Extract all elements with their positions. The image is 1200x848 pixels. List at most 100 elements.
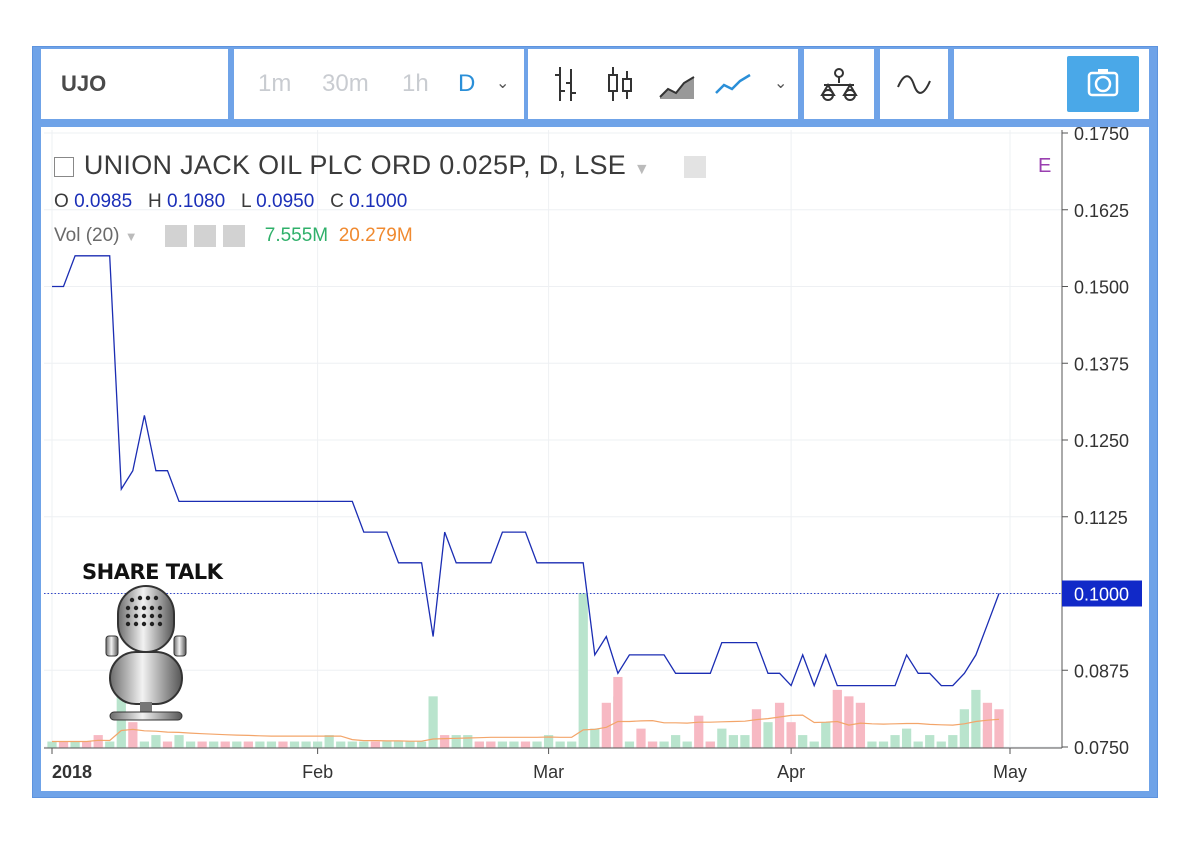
volume-bar-down <box>994 709 1004 748</box>
volume-bar-up <box>451 735 461 748</box>
volume-bar-up <box>925 735 935 748</box>
volume-value: 7.555M <box>264 225 329 247</box>
collapse-icon[interactable] <box>54 156 74 177</box>
x-tick-label: Apr <box>777 762 805 782</box>
volume-bar-up <box>313 741 323 748</box>
volume-bar-down <box>440 735 450 748</box>
watermark-text: SHARE TALK <box>82 560 223 584</box>
eye-icon[interactable] <box>683 155 706 178</box>
y-tick-label: 0.1250 <box>1074 431 1129 451</box>
y-tick-label: 0.0875 <box>1074 661 1129 681</box>
volume-bar-up <box>798 735 808 748</box>
y-tick-label: 0.1750 <box>1074 124 1129 144</box>
volume-bar-down <box>982 702 993 748</box>
volume-bar-down <box>197 741 207 748</box>
volume-bar-down <box>613 676 623 748</box>
volume-bar-down <box>128 722 138 748</box>
y-tick-label: 0.1500 <box>1074 278 1129 298</box>
low-label: L <box>241 191 251 212</box>
volume-bar-down <box>774 702 785 748</box>
volume-bar-up <box>717 728 727 748</box>
volume-bar-up <box>809 741 819 748</box>
volume-bar-up <box>728 735 738 748</box>
ohlc-row: O 0.0985 H 0.1080 L 0.0950 C 0.1000 <box>54 191 708 213</box>
volume-bar-up <box>139 741 150 748</box>
chevron-down-icon[interactable]: ▼ <box>125 229 138 244</box>
earnings-flag[interactable]: E <box>1038 155 1051 178</box>
volume-bar-up <box>347 741 357 748</box>
gear-icon[interactable] <box>194 225 217 247</box>
volume-bar-down <box>243 741 253 748</box>
volume-bar-down <box>855 702 866 748</box>
volume-bar-up <box>47 741 57 748</box>
volume-bar-up <box>324 735 334 748</box>
eye-icon[interactable] <box>164 225 187 247</box>
volume-bar-up <box>151 735 161 748</box>
volume-label: Vol (20) <box>54 225 120 247</box>
volume-bar-up <box>105 741 115 748</box>
volume-bar-up <box>209 741 219 748</box>
volume-bar-up <box>497 741 508 748</box>
y-tick-label: 0.1375 <box>1074 354 1129 374</box>
volume-bar-up <box>948 735 958 748</box>
volume-bar-up <box>266 741 277 748</box>
volume-bar-down <box>844 696 854 748</box>
volume-bar-up <box>578 593 588 748</box>
volume-bar-up <box>913 741 923 748</box>
volume-bar-down <box>278 741 288 748</box>
volume-bar-up <box>971 689 981 748</box>
volume-bar-down <box>474 741 484 748</box>
volume-bar-up <box>878 741 889 748</box>
volume-bar-down <box>751 709 762 748</box>
legend-title-row: UNION JACK OIL PLC ORD 0.025P, D, LSE ▼ <box>54 150 708 181</box>
volume-bar-down <box>162 741 173 748</box>
volume-bar-down <box>93 735 103 748</box>
volume-bar-up <box>567 741 577 748</box>
high-value: 0.1080 <box>167 191 226 212</box>
volume-bar-down <box>786 722 796 748</box>
volume-bar-down <box>705 741 715 748</box>
close-icon[interactable] <box>223 225 246 247</box>
volume-ma-value: 20.279M <box>338 225 413 247</box>
volume-bar-up <box>959 709 969 748</box>
y-tick-label: 0.1625 <box>1074 201 1129 221</box>
volume-bar-up <box>416 741 427 748</box>
volume-bar-up <box>382 741 392 748</box>
volume-bar-up <box>174 735 184 748</box>
volume-row: Vol (20) ▼ 7.555M 20.279M <box>54 225 708 247</box>
open-label: O <box>54 191 69 212</box>
volume-bar-up <box>682 741 692 748</box>
high-label: H <box>148 191 162 212</box>
volume-bar-up <box>890 735 900 748</box>
volume-bar-up <box>936 741 946 748</box>
volume-bar-down <box>832 689 842 748</box>
chevron-down-icon[interactable]: ▼ <box>634 161 650 178</box>
last-price-label: 0.1000 <box>1074 585 1129 605</box>
low-value: 0.0950 <box>256 191 315 212</box>
volume-bar-down <box>486 741 496 748</box>
volume-bar-up <box>405 741 415 748</box>
x-tick-label: 2018 <box>52 762 92 782</box>
volume-bar-up <box>336 741 346 748</box>
legend: UNION JACK OIL PLC ORD 0.025P, D, LSE ▼ … <box>54 150 708 247</box>
volume-bar-up <box>763 722 773 748</box>
volume-bar-up <box>301 741 311 748</box>
y-tick-label: 0.0750 <box>1074 738 1129 758</box>
volume-bar-down <box>370 741 380 748</box>
volume-bar-up <box>555 741 565 748</box>
volume-bar-up <box>821 722 831 748</box>
open-value: 0.0985 <box>74 191 133 212</box>
volume-bar-up <box>624 741 635 748</box>
chart-title: UNION JACK OIL PLC ORD 0.025P, D, LSE <box>83 150 627 180</box>
volume-bar-up <box>740 735 750 748</box>
volume-bar-up <box>393 741 404 748</box>
volume-bar-up <box>590 728 600 748</box>
volume-bar-up <box>509 741 519 748</box>
volume-bar-up <box>659 741 669 748</box>
volume-bar-down <box>220 741 230 748</box>
volume-bar-up <box>232 741 242 748</box>
x-tick-label: May <box>993 762 1027 782</box>
volume-bar-down <box>636 728 646 748</box>
x-tick-label: Mar <box>533 762 564 782</box>
volume-bar-down <box>58 741 69 748</box>
